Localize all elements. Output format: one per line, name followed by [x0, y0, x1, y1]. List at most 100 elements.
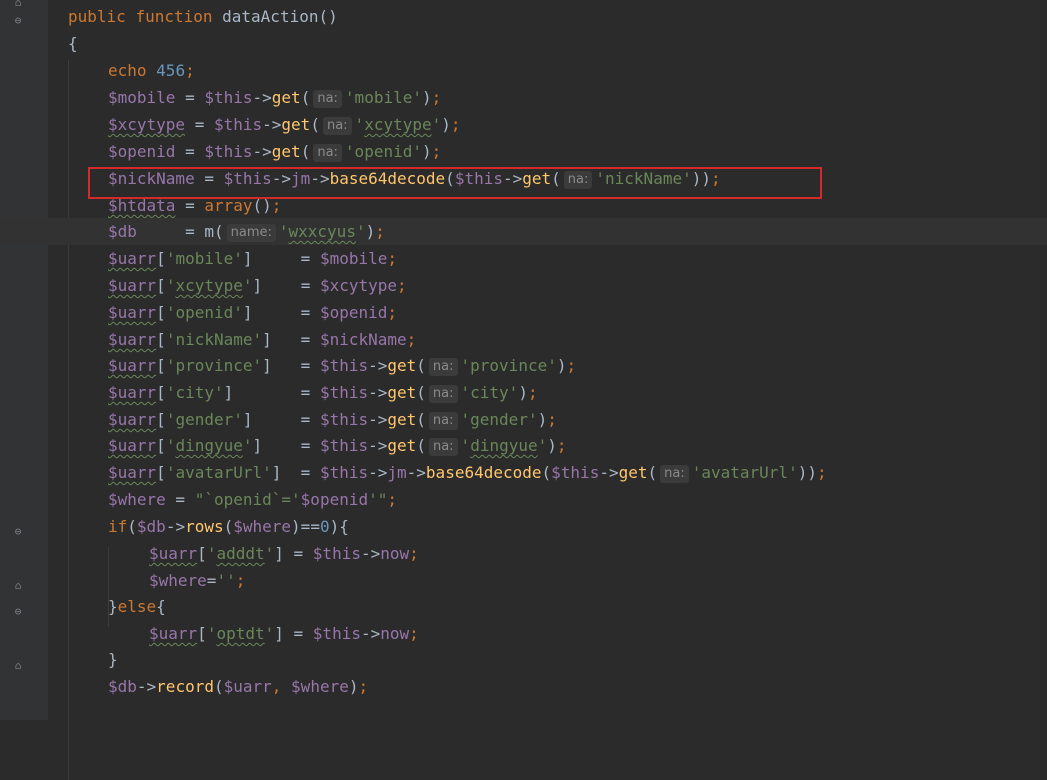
code-token: $xcytype [108, 115, 186, 134]
code-line[interactable]: $db->record($uarr, $where); [0, 673, 1047, 700]
code-token: $uarr [223, 677, 272, 696]
code-token: $this [312, 544, 361, 563]
parameter-hint: na: [428, 385, 458, 403]
code-token: 'province' [460, 356, 557, 375]
code-token: ' [264, 624, 275, 643]
code-token: $uarr [149, 624, 198, 643]
code-token: ; [358, 677, 369, 696]
code-token: ) [421, 88, 432, 107]
code-line[interactable]: $xcytype = $this->get(na:'xcytype'); [0, 111, 1047, 138]
code-token: { [68, 34, 78, 53]
code-token: ; [387, 249, 398, 268]
code-token: ' [242, 436, 253, 455]
code-line[interactable]: $uarr['xcytype'] = $xcytype; [0, 272, 1047, 299]
code-token: )== [291, 517, 320, 536]
code-token: [ [156, 383, 166, 402]
code-token: [ [197, 544, 207, 563]
code-token: ) [421, 142, 432, 161]
code-line[interactable]: $uarr['city'] = $this->get(na:'city'); [0, 379, 1047, 406]
code-line[interactable]: { [0, 30, 1047, 57]
code-token: $this [204, 88, 253, 107]
code-area[interactable]: public function dataAction() { echo 456; $m… [0, 0, 1047, 720]
code-token: ( [416, 356, 426, 375]
code-token: ; [556, 436, 567, 455]
code-token: ' [165, 276, 176, 295]
code-line[interactable]: } [0, 646, 1047, 673]
code-token: $this [213, 115, 263, 134]
code-token: ( [647, 463, 658, 482]
code-token: ) [547, 436, 557, 455]
code-token: ( [300, 142, 311, 161]
code-token: 'gender' [165, 410, 243, 429]
code-token: '" [368, 490, 388, 509]
code-token: 'nickName' [165, 330, 263, 349]
code-line[interactable]: $uarr['nickName'] = $nickName; [0, 326, 1047, 353]
code-token: 'openid' [344, 142, 422, 161]
code-token: ; [816, 463, 827, 482]
code-token: $openid [319, 303, 388, 322]
code-line[interactable]: $mobile = $this->get(na:'mobile'); [0, 84, 1047, 111]
code-token: ; [431, 142, 442, 161]
parameter-hint: na: [428, 438, 458, 456]
code-token: $xcytype [319, 276, 398, 295]
code-token: -> [136, 677, 157, 696]
code-token: 'mobile' [165, 249, 243, 268]
code-token: 'mobile' [344, 88, 422, 107]
code-token: = [136, 222, 205, 241]
code-token: -> [368, 463, 388, 482]
code-line[interactable]: public function dataAction() [0, 3, 1047, 30]
code-token: ) [537, 410, 548, 429]
code-token: wxxcyus [288, 222, 356, 241]
code-editor[interactable]: ⌂ ⊖ ⊖ ⌂ ⊖ ⌂ public function dataAction()… [0, 0, 1047, 780]
code-line[interactable]: $where=''; [0, 567, 1047, 594]
code-line[interactable]: $uarr['adddt'] = $this->now; [0, 540, 1047, 567]
code-token: $openid [108, 142, 176, 161]
code-token: ; [409, 544, 419, 563]
code-token: 'city' [165, 383, 224, 402]
code-line[interactable]: $openid = $this->get(na:'openid'); [0, 138, 1047, 165]
code-token: $uarr [108, 249, 157, 268]
code-line[interactable]: $where = "`openid`='$openid'"; [0, 486, 1047, 513]
code-token: $where [233, 517, 292, 536]
code-token: -> [368, 383, 388, 402]
code-token: get [281, 115, 311, 134]
code-token: = [175, 88, 205, 107]
code-token: $uarr [108, 276, 157, 295]
code-token: $uarr [108, 410, 157, 429]
code-line[interactable]: if($db->rows($where)==0){ [0, 513, 1047, 540]
code-line[interactable]: $db = m(name:'wxxcyus'); [0, 218, 1047, 245]
code-token: $this [319, 436, 369, 455]
code-token: ; [235, 571, 246, 590]
code-token: [ [156, 463, 166, 482]
code-line[interactable]: $uarr['avatarUrl'] = $this->jm->base64de… [0, 459, 1047, 486]
code-token: ( [213, 677, 224, 696]
parameter-hint: na: [428, 358, 458, 376]
code-line[interactable]: $uarr['mobile'] = $mobile; [0, 245, 1047, 272]
code-token: -> [368, 436, 388, 455]
code-line[interactable]: $uarr['province'] = $this->get(na:'provi… [0, 352, 1047, 379]
code-token: get [387, 383, 417, 402]
code-token: $db [108, 222, 137, 241]
code-line[interactable]: $uarr['openid'] = $openid; [0, 299, 1047, 326]
code-token: ] = [274, 544, 313, 563]
code-token: ( [416, 436, 426, 455]
code-token: ; [547, 410, 557, 429]
code-token: = [175, 142, 205, 161]
code-token: dingyue [175, 436, 243, 455]
parameter-hint: na: [660, 465, 689, 483]
code-line[interactable]: $uarr['gender'] = $this->get(na:'gender'… [0, 406, 1047, 433]
code-token: $where [149, 571, 207, 590]
code-line[interactable]: $uarr['dingyue'] = $this->get(na:'dingyu… [0, 432, 1047, 459]
code-line[interactable]: }else{ [0, 593, 1047, 620]
code-token: $where [291, 677, 349, 696]
code-token: "`openid`=' [194, 490, 301, 509]
code-token: ' [460, 436, 471, 455]
code-token: ; [409, 624, 419, 643]
code-token: $uarr [149, 544, 198, 563]
code-line[interactable]: echo 456; [0, 57, 1047, 84]
code-token: ( [310, 115, 320, 134]
code-token: = [206, 571, 217, 590]
code-line[interactable]: $uarr['optdt'] = $this->now; [0, 620, 1047, 647]
code-token: ; [431, 88, 442, 107]
code-token: ' [355, 222, 366, 241]
